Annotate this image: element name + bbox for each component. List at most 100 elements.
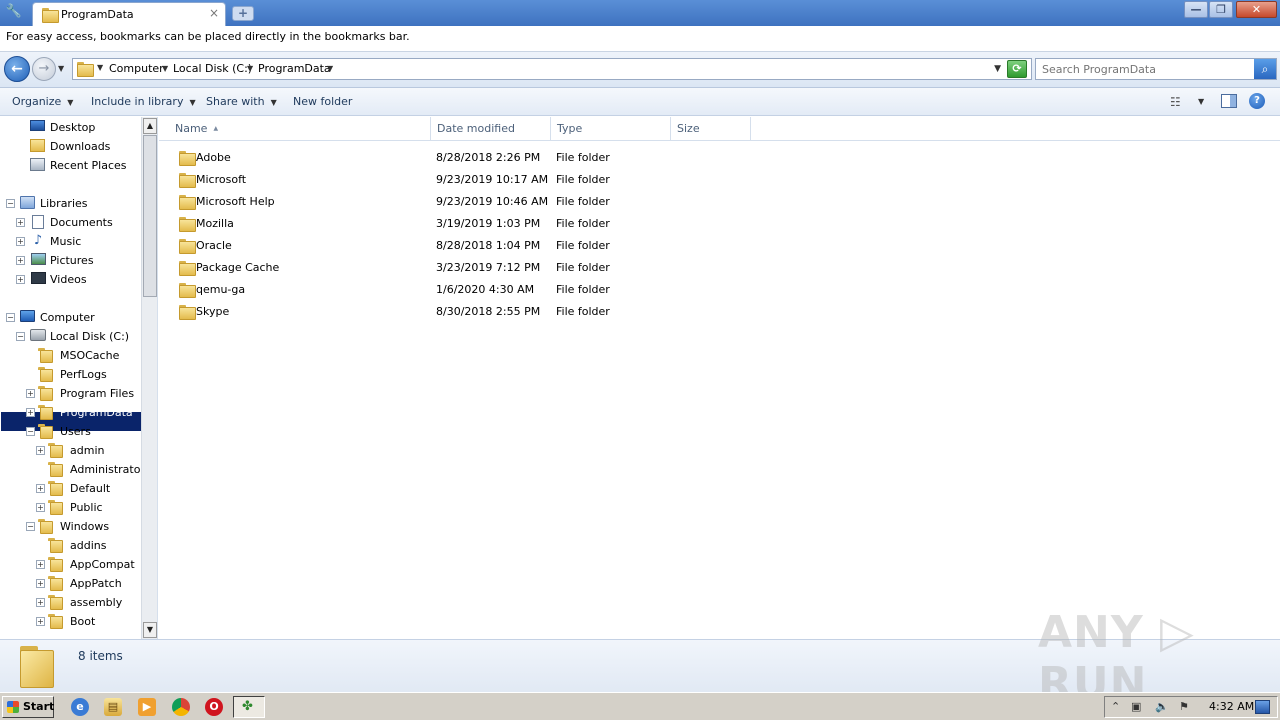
minimize-button[interactable]: — [1184, 1, 1208, 18]
address-row: ← → ▼ ▼ Computer ▼ Local Disk (C:) ▼ Pro… [0, 52, 1280, 88]
file-explorer-icon[interactable]: ▤ [104, 698, 122, 716]
chevron-down-icon[interactable]: ▼ [247, 64, 253, 73]
file-date: 9/23/2019 10:17 AM [436, 173, 549, 186]
expand-icon[interactable]: + [16, 256, 25, 265]
back-button[interactable]: ← [4, 56, 30, 82]
collapse-icon[interactable]: − [6, 313, 15, 322]
column-header-row: Name ▲ Date modified Type Size [159, 117, 1280, 141]
file-date: 3/23/2019 7:12 PM [436, 261, 541, 274]
collapse-icon[interactable]: − [26, 522, 35, 531]
address-bar[interactable]: ▼ Computer ▼ Local Disk (C:) ▼ ProgramDa… [72, 58, 1032, 80]
chrome-icon[interactable] [172, 698, 190, 716]
preview-pane-icon[interactable] [1221, 94, 1237, 108]
tab-close-icon[interactable]: × [209, 6, 219, 20]
share-with-button[interactable]: Share with ▼ [206, 95, 277, 108]
bookmarks-bar-message: For easy access, bookmarks can be placed… [6, 30, 410, 43]
table-row[interactable]: Microsoft 9/23/2019 10:17 AM File folder [175, 169, 775, 191]
folder-icon [179, 261, 196, 276]
scrollbar-thumb[interactable] [143, 135, 157, 297]
volume-icon[interactable]: 🔈 [1155, 700, 1169, 713]
column-header-date[interactable]: Date modified [431, 117, 551, 141]
nav-item-label: admin [70, 444, 105, 457]
breadcrumb-programdata[interactable]: ProgramData [258, 62, 331, 75]
chevron-down-icon[interactable]: ▼ [97, 63, 103, 72]
table-row[interactable]: qemu-ga 1/6/2020 4:30 AM File folder [175, 279, 775, 301]
expand-icon[interactable]: + [36, 484, 45, 493]
expand-icon[interactable]: + [36, 503, 45, 512]
table-row[interactable]: Package Cache 3/23/2019 7:12 PM File folde… [175, 257, 775, 279]
table-row[interactable]: Skype 8/30/2018 2:55 PM File folder [175, 301, 775, 323]
breadcrumb-computer[interactable]: Computer [109, 62, 164, 75]
command-bar: Organize ▼ Include in library ▼ Share with… [0, 88, 1280, 116]
expand-icon[interactable]: + [26, 408, 35, 417]
disk-icon [30, 329, 46, 341]
table-row[interactable]: Microsoft Help 9/23/2019 10:46 AM File fol… [175, 191, 775, 213]
folder-icon [179, 239, 196, 254]
scroll-up-icon[interactable]: ▲ [143, 118, 157, 134]
folder-icon [179, 173, 196, 188]
collapse-icon[interactable]: − [26, 427, 35, 436]
forward-button[interactable]: → [32, 57, 56, 81]
include-in-library-button[interactable]: Include in library ▼ [91, 95, 196, 108]
table-row[interactable]: Oracle 8/28/2018 1:04 PM File folder [175, 235, 775, 257]
maximize-button[interactable]: ❐ [1209, 1, 1233, 18]
show-desktop-icon[interactable] [1255, 700, 1270, 714]
column-header-type[interactable]: Type [551, 117, 671, 141]
address-history-dropdown-icon[interactable]: ▼ [994, 64, 1001, 74]
network-icon[interactable]: ▣ [1131, 700, 1141, 713]
navigation-scrollbar[interactable]: ▲ ▼ [141, 117, 157, 639]
share-with-label: Share with [206, 95, 265, 108]
show-hidden-icons-icon[interactable]: ⌃ [1111, 700, 1120, 713]
table-row[interactable]: Mozilla 3/19/2019 1:03 PM File folder [175, 213, 775, 235]
new-tab-button[interactable]: + [232, 6, 254, 21]
expand-icon[interactable]: + [26, 389, 35, 398]
collapse-icon[interactable]: − [6, 199, 15, 208]
breadcrumb-local-disk[interactable]: Local Disk (C:) [173, 62, 252, 75]
search-input[interactable] [1036, 59, 1254, 79]
folder-icon [48, 462, 63, 477]
folder-icon [48, 481, 63, 496]
search-icon[interactable]: ⌕ [1254, 59, 1276, 79]
file-type: File folder [556, 151, 610, 164]
clock[interactable]: 4:32 AM [1209, 700, 1254, 713]
internet-explorer-icon[interactable]: e [71, 698, 89, 716]
search-box[interactable]: ⌕ [1035, 58, 1277, 80]
chevron-down-icon[interactable]: ▼ [162, 64, 168, 73]
nav-item-label: Users [60, 425, 91, 438]
expand-icon[interactable]: + [36, 598, 45, 607]
expand-icon[interactable]: + [36, 560, 45, 569]
help-icon[interactable]: ? [1249, 93, 1265, 109]
change-view-icon[interactable]: ☷ [1170, 95, 1181, 109]
collapse-icon[interactable]: − [16, 332, 25, 341]
include-in-library-label: Include in library [91, 95, 184, 108]
navigation-pane: Desktop Downloads Recent Places − Librar… [0, 117, 158, 639]
start-button[interactable]: Start [2, 696, 54, 718]
table-row[interactable]: Adobe 8/28/2018 2:26 PM File folder [175, 147, 775, 169]
browser-tab[interactable]: ProgramData × [32, 2, 226, 26]
chevron-down-icon: ▼ [67, 98, 74, 107]
column-header-size[interactable]: Size [671, 117, 751, 141]
expand-icon[interactable]: + [16, 237, 25, 246]
expand-icon[interactable]: + [16, 275, 25, 284]
new-folder-button[interactable]: New folder [293, 95, 352, 108]
opera-icon[interactable]: O [205, 698, 223, 716]
organize-button[interactable]: Organize ▼ [12, 95, 73, 108]
close-window-button[interactable]: ✕ [1236, 1, 1277, 18]
chevron-down-icon[interactable]: ▼ [1198, 97, 1204, 106]
active-window-button[interactable]: ✤ [233, 696, 265, 718]
recent-pages-dropdown-icon[interactable]: ▼ [58, 64, 64, 73]
column-header-label: Name [175, 122, 208, 135]
expand-icon[interactable]: + [36, 579, 45, 588]
column-header-name[interactable]: Name ▲ [169, 117, 431, 141]
expand-icon[interactable]: + [16, 218, 25, 227]
action-center-flag-icon[interactable]: ⚑ [1179, 700, 1189, 713]
folder-icon [42, 8, 59, 23]
expand-icon[interactable]: + [36, 446, 45, 455]
wrench-icon[interactable]: 🔧 [4, 3, 24, 21]
scroll-down-icon[interactable]: ▼ [143, 622, 157, 638]
chevron-down-icon[interactable]: ▼ [327, 64, 333, 73]
media-player-icon[interactable]: ▶ [138, 698, 156, 716]
nav-item-label: Default [70, 482, 111, 495]
refresh-button[interactable]: ⟳ [1007, 60, 1027, 78]
expand-icon[interactable]: + [36, 617, 45, 626]
